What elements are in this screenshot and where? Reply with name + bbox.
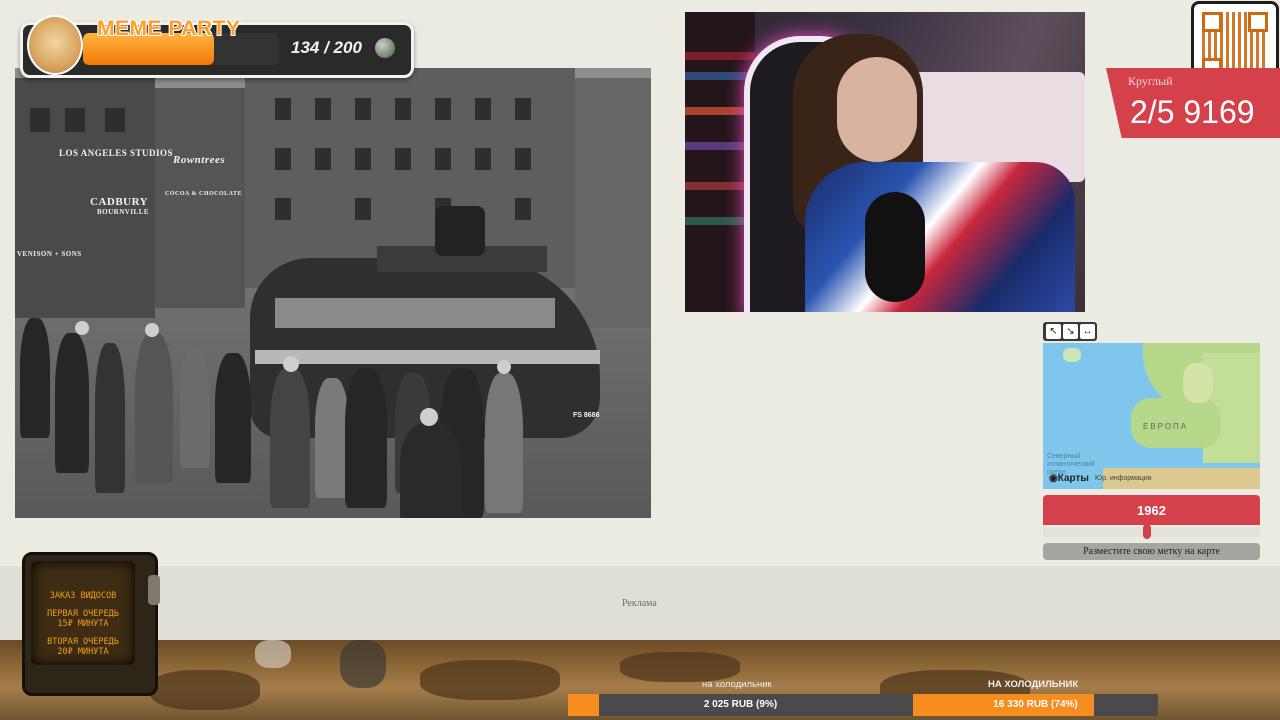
- ad-label: Реклама: [622, 598, 657, 609]
- map-pin-icon[interactable]: ↔: [1080, 324, 1095, 339]
- year-value: 1962: [1137, 503, 1166, 518]
- order-price-1: 15₽ МИНУТА: [57, 619, 109, 629]
- year-slider-thumb[interactable]: [1143, 524, 1151, 539]
- year-slider-track[interactable]: [1043, 527, 1260, 537]
- place-marker-button[interactable]: Разместите свою метку на карте: [1043, 543, 1260, 560]
- map-brand-text: Карты: [1057, 473, 1089, 484]
- year-display: 1962: [1043, 495, 1260, 525]
- photo-sign-cadbury: CADBURY: [90, 196, 149, 208]
- apple-logo-icon: ◉: [1049, 473, 1058, 484]
- streamer-jacket: [805, 162, 1075, 312]
- game-mode-label: Круглый: [1128, 74, 1173, 88]
- goal-1-label: на холодильник: [702, 679, 772, 690]
- map-shrink-icon[interactable]: ↘: [1063, 324, 1078, 339]
- meme-counter: 134 / 200: [291, 38, 362, 57]
- porter-on-roof: [435, 206, 485, 256]
- goal-2-amount: 16 330 RUB (74%): [993, 699, 1078, 710]
- round-photo: LOS ANGELES STUDIOS Rowntrees COCOA & CH…: [15, 68, 651, 518]
- video-order-screen: ЗАКАЗ ВИДОСОВ ПЕРВАЯ ОЧЕРЕДЬ 15₽ МИНУТА …: [31, 561, 135, 665]
- goal-1-bar: 2 025 RUB (9%): [568, 694, 913, 716]
- meme-party-title: MEME PARTY: [97, 17, 241, 40]
- score-panel: Круглый 2/5 9169: [1106, 68, 1280, 138]
- photo-sign-rowntrees: Rowntrees: [173, 154, 226, 166]
- order-queue-2: ВТОРАЯ ОЧЕРЕДЬ: [47, 637, 119, 647]
- map-expand-icon[interactable]: ↖: [1046, 324, 1061, 339]
- order-title: ЗАКАЗ ВИДОСОВ: [49, 591, 117, 601]
- globe-icon: [375, 38, 395, 58]
- meme-party-widget: MEME PARTY 134 / 200: [20, 15, 414, 78]
- map-brand: ◉Карты: [1049, 473, 1089, 484]
- bus-windows: [275, 298, 555, 328]
- webcam-feed: [685, 12, 1085, 312]
- map-size-controls: ↖ ↘ ↔: [1043, 322, 1097, 341]
- video-order-panel: ЗАКАЗ ВИДОСОВ ПЕРВАЯ ОЧЕРЕДЬ 15₽ МИНУТА …: [22, 552, 158, 696]
- map-region-label: ЕВРОПА: [1143, 422, 1189, 431]
- bus-plate: FS 8686: [573, 412, 600, 419]
- bus-stripe: [255, 350, 600, 364]
- doge-avatar-icon: [27, 15, 83, 75]
- guess-map[interactable]: ЕВРОПА Северный атлантический океан ◉Кар…: [1043, 343, 1260, 489]
- order-price-2: 20₽ МИНУТА: [57, 647, 109, 657]
- photo-sign-bournville: BOURNVILLE: [97, 208, 150, 216]
- streamer-face: [837, 57, 917, 162]
- photo-sign-studios: LOS ANGELES STUDIOS: [59, 148, 174, 158]
- map-ocean-line-1: Северный: [1047, 453, 1081, 460]
- goal-2-bar: 16 330 RUB (74%): [913, 694, 1158, 716]
- map-ocean-line-2: атлантический: [1047, 461, 1095, 468]
- bookshelf: [685, 12, 755, 312]
- order-queue-1: ПЕРВАЯ ОЧЕРЕДЬ: [47, 609, 119, 619]
- microphone-icon: [865, 192, 925, 302]
- round-score: 2/5 9169: [1130, 94, 1255, 130]
- goal-1-amount: 2 025 RUB (9%): [703, 699, 778, 710]
- pipboy-knob: [148, 575, 160, 605]
- photo-sign-venison: VENISON + SONS: [17, 250, 82, 258]
- photo-sign-cocoa: COCOA & CHOCOLATE: [165, 191, 243, 197]
- map-legal-link[interactable]: Юр. информация: [1095, 475, 1152, 482]
- goal-2-label: НА ХОЛОДИЛЬНИК: [988, 679, 1079, 690]
